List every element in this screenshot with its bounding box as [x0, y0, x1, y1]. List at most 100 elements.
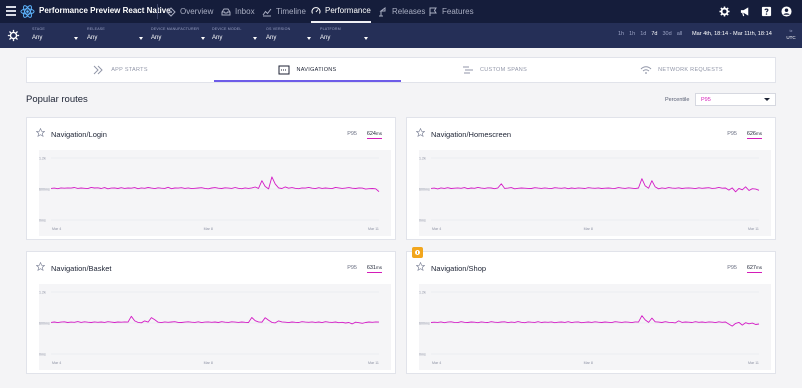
tab-inbox[interactable]: Inbox — [221, 0, 255, 23]
p95-series-line — [50, 176, 380, 192]
app-starts-icon — [93, 65, 103, 75]
time-range-option[interactable]: 1h — [618, 31, 624, 37]
filter-value: Any — [320, 35, 368, 41]
filter-platform[interactable]: PLATFORM Any — [320, 27, 368, 41]
time-range-option-selected[interactable]: 7d — [651, 31, 657, 37]
date-range[interactable]: Mar 4th, 18:14 - Mar 11th, 18:14 — [692, 31, 772, 37]
releases-icon — [379, 6, 386, 16]
settings-gear-icon[interactable] — [719, 6, 730, 17]
x-tick-label: Mar 4 — [52, 227, 61, 231]
chevron-down-icon — [74, 36, 78, 40]
menu-icon[interactable] — [6, 6, 16, 16]
overview-icon — [166, 6, 176, 17]
star-icon[interactable] — [416, 128, 425, 137]
route-card[interactable]: Navigation/Homescreen P95 626ms 1.2k 600ms 0m… — [406, 117, 776, 240]
help-question-icon[interactable] — [761, 6, 772, 17]
top-nav-bar: Performance Preview React Native Overvie… — [0, 0, 802, 23]
route-chart[interactable]: 1.2k 600ms 0ms Mar 4 Mar 8 Mar 11 — [39, 150, 391, 236]
p95-series-line — [430, 315, 760, 327]
subtab-custom-spans[interactable]: CUSTOM SPANS — [401, 58, 588, 82]
timezone-selector[interactable]: tz UTC — [783, 28, 799, 43]
subtab-label: APP STARTS — [111, 67, 148, 73]
app-logo-icon — [20, 5, 35, 18]
chevron-down-icon — [201, 36, 205, 40]
warning-badge-icon[interactable] — [412, 247, 423, 258]
filter-label: PLATFORM — [320, 27, 341, 31]
route-title[interactable]: Navigation/Shop — [431, 264, 486, 273]
filter-os-version[interactable]: OS VERSION Any — [266, 27, 311, 41]
performance-subtabs: APP STARTS NAVIGATIONS CUSTOM SPANS NETW… — [26, 57, 776, 83]
y-tick-label: 600ms — [39, 188, 50, 192]
metric-label: P95 — [347, 131, 357, 137]
star-icon[interactable] — [416, 262, 425, 271]
filter-bar: STAGE Any RELEASE Any DEVICE MANUFACTURE… — [0, 23, 802, 48]
percentile-select[interactable]: P95 — [695, 93, 776, 106]
star-icon[interactable] — [36, 128, 45, 137]
filter-label: DEVICE MODEL — [212, 27, 242, 31]
chevron-down-icon — [364, 36, 368, 40]
navigations-icon — [278, 65, 290, 75]
subtab-label: NETWORK REQUESTS — [658, 67, 723, 73]
route-chart[interactable]: 1.2k 600ms 0ms Mar 4 Mar 8 Mar 11 — [419, 284, 771, 370]
y-tick-label: 0ms — [39, 219, 46, 223]
tab-features[interactable]: Features — [428, 0, 474, 23]
time-range-option[interactable]: 1d — [640, 31, 646, 37]
network-icon — [640, 66, 652, 74]
y-tick-label: 1.2k — [419, 157, 426, 161]
tab-label: Inbox — [235, 7, 255, 16]
filter-label: OS VERSION — [266, 27, 291, 31]
tab-releases[interactable]: Releases — [378, 0, 425, 23]
y-tick-label: 600ms — [419, 188, 430, 192]
time-range-option[interactable]: 1h — [629, 31, 635, 37]
x-tick-label: Mar 8 — [584, 227, 593, 231]
filter-release[interactable]: RELEASE Any — [87, 27, 143, 41]
filter-label: DEVICE MANUFACTURER — [151, 27, 200, 31]
subtab-navigations[interactable]: NAVIGATIONS — [214, 58, 401, 82]
metric-label: P95 — [727, 265, 737, 271]
time-range-option[interactable]: all — [677, 31, 683, 37]
filter-label: STAGE — [32, 27, 45, 31]
route-title[interactable]: Navigation/Basket — [51, 264, 111, 273]
y-tick-label: 0ms — [419, 219, 426, 223]
filter-settings-icon[interactable] — [7, 29, 20, 42]
metric-value: 627ms — [746, 265, 762, 273]
app-title[interactable]: Performance Preview React Native — [39, 6, 171, 15]
x-tick-label: Mar 8 — [204, 227, 213, 231]
star-icon[interactable] — [36, 262, 45, 271]
metric-value: 626ms — [746, 131, 762, 139]
route-title[interactable]: Navigation/Login — [51, 130, 107, 139]
filter-value: Any — [32, 35, 78, 41]
x-tick-label: Mar 4 — [432, 227, 441, 231]
subtab-network-requests[interactable]: NETWORK REQUESTS — [588, 58, 775, 82]
timezone-label: tz — [789, 28, 793, 33]
filter-device-model[interactable]: DEVICE MODEL Any — [212, 27, 257, 41]
route-card[interactable]: Navigation/Basket P95 631ms 1.2k 600ms 0ms Mar… — [26, 251, 396, 374]
y-tick-label: 600ms — [39, 322, 50, 326]
inbox-icon — [221, 8, 231, 15]
x-tick-label: Mar 8 — [204, 361, 213, 365]
chevron-down-icon — [307, 36, 311, 40]
tab-label: Overview — [180, 7, 214, 16]
route-chart[interactable]: 1.2k 600ms 0ms Mar 4 Mar 8 Mar 11 — [419, 150, 771, 236]
x-tick-label: Mar 11 — [368, 227, 379, 231]
tab-timeline[interactable]: Timeline — [262, 0, 306, 23]
user-avatar-icon[interactable] — [781, 6, 792, 17]
time-range-option[interactable]: 30d — [663, 31, 672, 37]
chevron-down-icon — [253, 36, 257, 40]
route-title[interactable]: Navigation/Homescreen — [431, 130, 511, 139]
x-tick-label: Mar 11 — [748, 361, 759, 365]
subtab-app-starts[interactable]: APP STARTS — [27, 58, 214, 82]
filter-device-manufacturer[interactable]: DEVICE MANUFACTURER Any — [151, 27, 205, 41]
route-chart[interactable]: 1.2k 600ms 0ms Mar 4 Mar 8 Mar 11 — [39, 284, 391, 370]
percentile-value: P95 — [701, 96, 711, 103]
timezone-value: UTC — [786, 35, 796, 40]
tab-label: Features — [442, 7, 474, 16]
filter-value: Any — [266, 35, 311, 41]
route-card[interactable]: Navigation/Shop P95 627ms 1.2k 600ms 0ms Mar 4… — [406, 251, 776, 374]
tab-overview[interactable]: Overview — [166, 0, 213, 23]
filter-stage[interactable]: STAGE Any — [32, 27, 78, 41]
announcements-megaphone-icon[interactable] — [740, 6, 751, 17]
route-card[interactable]: Navigation/Login P95 624ms 1.2k 600ms 0ms Mar … — [26, 117, 396, 240]
y-tick-label: 1.2k — [39, 291, 46, 295]
tab-performance[interactable]: Performance — [311, 0, 371, 23]
